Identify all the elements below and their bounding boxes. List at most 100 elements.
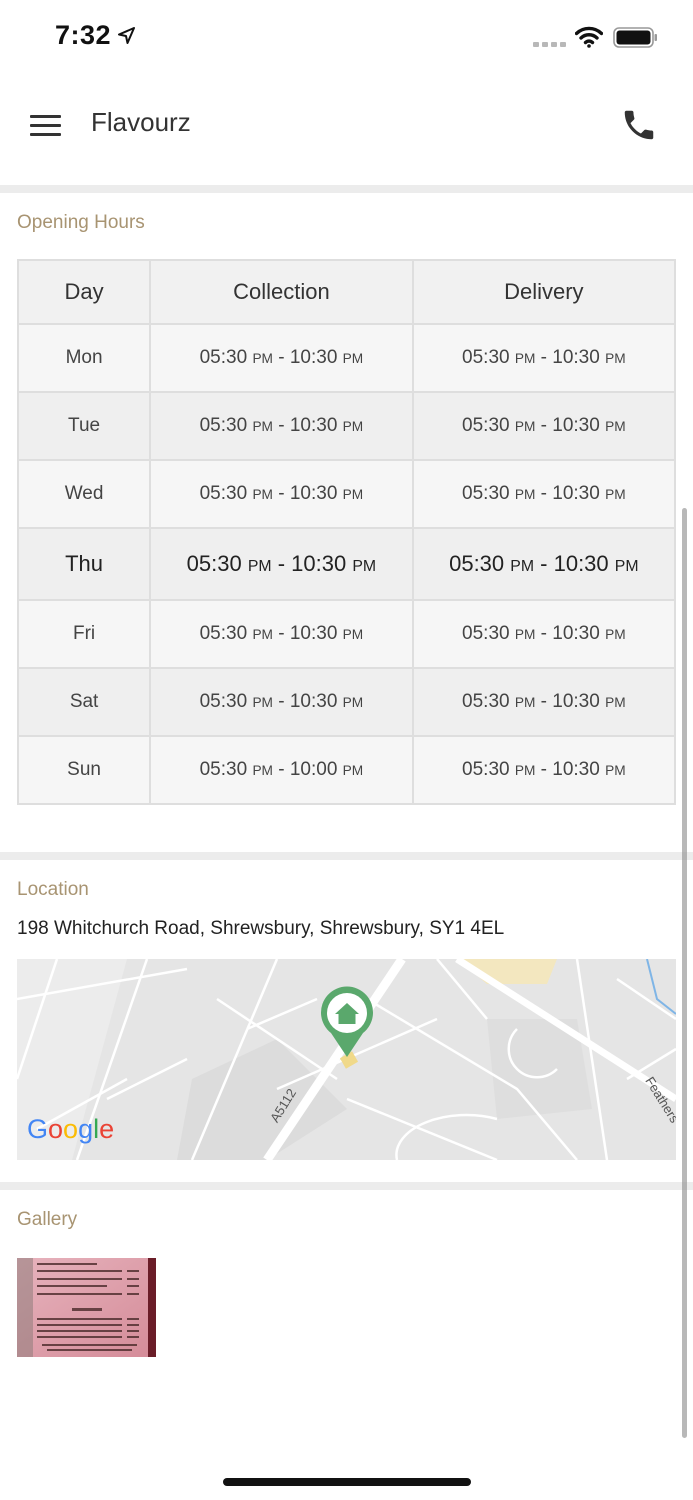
ampm-label: PM: [605, 487, 626, 502]
table-row: Fri 05:30 PM - 10:30 PM 05:30 PM - 10:30 P…: [16, 599, 677, 669]
column-header-delivery: Delivery: [411, 259, 677, 325]
time-separator: -: [535, 623, 553, 644]
ampm-label: PM: [514, 487, 536, 502]
ampm-label: PM: [514, 419, 536, 434]
table-row: Sun 05:30 PM - 10:00 PM 05:30 PM - 10:30 P…: [16, 735, 677, 805]
ampm-label: PM: [252, 419, 273, 434]
ampm-label: PM: [342, 627, 364, 642]
time-value: 05:30: [462, 483, 510, 504]
collection-hours-cell: 05:30 PM - 10:30 PM: [149, 527, 414, 601]
day-cell: Sun: [16, 735, 152, 805]
day-cell: Wed: [16, 459, 152, 529]
ampm-label: PM: [252, 351, 273, 366]
ampm-label: PM: [514, 763, 536, 778]
time-value: 05:30: [199, 347, 248, 368]
ampm-label: PM: [514, 627, 536, 642]
time-separator: -: [535, 415, 553, 436]
time-value: 10:30: [289, 691, 338, 712]
time-value: 10:30: [552, 347, 600, 368]
time-value: 05:30: [462, 623, 510, 644]
time-separator: -: [535, 691, 553, 712]
ampm-label: PM: [252, 487, 273, 502]
section-divider: [0, 852, 693, 860]
time-value: 10:30: [552, 691, 600, 712]
app-header: Flavourz: [0, 76, 693, 185]
collection-hours-cell: 05:30 PM - 10:30 PM: [149, 667, 414, 737]
time-value: 10:30: [291, 551, 347, 576]
ampm-label: PM: [605, 419, 626, 434]
time-value: 05:30: [199, 415, 248, 436]
time-separator: -: [535, 483, 553, 504]
ampm-label: PM: [342, 695, 364, 710]
table-row: Sat 05:30 PM - 10:30 PM 05:30 PM - 10:30 P…: [16, 667, 677, 737]
time-separator: -: [534, 551, 554, 576]
ampm-label: PM: [514, 695, 536, 710]
ampm-label: PM: [605, 351, 626, 366]
location-title: Location: [17, 879, 89, 900]
home-indicator[interactable]: [223, 1478, 471, 1486]
google-logo: Google: [27, 1114, 115, 1144]
location-map[interactable]: A5112 Feathers Google: [17, 959, 676, 1160]
day-cell: Fri: [16, 599, 152, 669]
time-value: 05:30: [462, 759, 510, 780]
time-value: 10:30: [289, 483, 338, 504]
time-separator: -: [272, 347, 290, 368]
time-separator: -: [272, 691, 290, 712]
time-value: 05:30: [199, 691, 248, 712]
time-value: 10:30: [552, 623, 600, 644]
phone-icon[interactable]: [620, 106, 658, 144]
time-separator: -: [535, 347, 553, 368]
time-value: 05:30: [462, 415, 510, 436]
collection-hours-cell: 05:30 PM - 10:30 PM: [149, 599, 414, 669]
day-cell: Mon: [16, 323, 152, 393]
home-marker-icon[interactable]: [319, 985, 375, 1059]
ampm-label: PM: [614, 558, 639, 575]
table-row: Wed 05:30 PM - 10:30 PM 05:30 PM - 10:30 P…: [16, 459, 677, 529]
delivery-hours-cell: 05:30 PM - 10:30 PM: [411, 735, 677, 805]
wifi-icon: [575, 26, 603, 48]
ampm-label: PM: [605, 763, 626, 778]
ampm-label: PM: [514, 351, 536, 366]
table-row: Tue 05:30 PM - 10:30 PM 05:30 PM - 10:30 P…: [16, 391, 677, 461]
scrollbar[interactable]: [682, 508, 687, 1438]
time-value: 05:30: [199, 623, 248, 644]
ampm-label: PM: [510, 558, 535, 575]
day-cell: Tue: [16, 391, 152, 461]
collection-hours-cell: 05:30 PM - 10:30 PM: [149, 459, 414, 529]
delivery-hours-cell: 05:30 PM - 10:30 PM: [411, 459, 677, 529]
table-row: Mon 05:30 PM - 10:30 PM 05:30 PM - 10:30 P…: [16, 323, 677, 393]
gallery-image[interactable]: [17, 1258, 156, 1357]
collection-hours-cell: 05:30 PM - 10:30 PM: [149, 391, 414, 461]
ampm-label: PM: [252, 763, 273, 778]
time-value: 05:30: [449, 551, 505, 576]
opening-hours-title: Opening Hours: [17, 212, 145, 233]
ampm-label: PM: [342, 419, 364, 434]
address-text: 198 Whitchurch Road, Shrewsbury, Shrewsb…: [17, 918, 505, 939]
time-value: 10:30: [552, 759, 600, 780]
status-time: 7:32: [55, 20, 112, 50]
day-cell: Sat: [16, 667, 152, 737]
gallery-title: Gallery: [17, 1209, 78, 1230]
delivery-hours-cell: 05:30 PM - 10:30 PM: [411, 599, 677, 669]
time-value: 10:00: [289, 759, 338, 780]
column-header-collection: Collection: [149, 259, 414, 325]
ampm-label: PM: [342, 763, 364, 778]
delivery-hours-cell: 05:30 PM - 10:30 PM: [411, 323, 677, 393]
collection-hours-cell: 05:30 PM - 10:30 PM: [149, 323, 414, 393]
time-separator: -: [271, 551, 292, 576]
menu-button[interactable]: [30, 113, 62, 137]
battery-icon: [613, 27, 657, 48]
opening-hours-table: Day Collection Delivery Mon 05:30 PM - 10…: [16, 259, 677, 805]
time-value: 10:30: [289, 415, 338, 436]
time-value: 05:30: [462, 347, 510, 368]
table-row: Thu 05:30 PM - 10:30 PM 05:30 PM - 10:30 P…: [16, 527, 677, 601]
column-header-day: Day: [16, 259, 152, 325]
ampm-label: PM: [252, 695, 273, 710]
table-header-row: Day Collection Delivery: [16, 259, 677, 325]
collection-hours-cell: 05:30 PM - 10:00 PM: [149, 735, 414, 805]
time-value: 10:30: [552, 483, 600, 504]
time-separator: -: [272, 415, 290, 436]
time-value: 05:30: [186, 551, 242, 576]
section-divider: [0, 185, 693, 193]
time-value: 10:30: [552, 415, 600, 436]
